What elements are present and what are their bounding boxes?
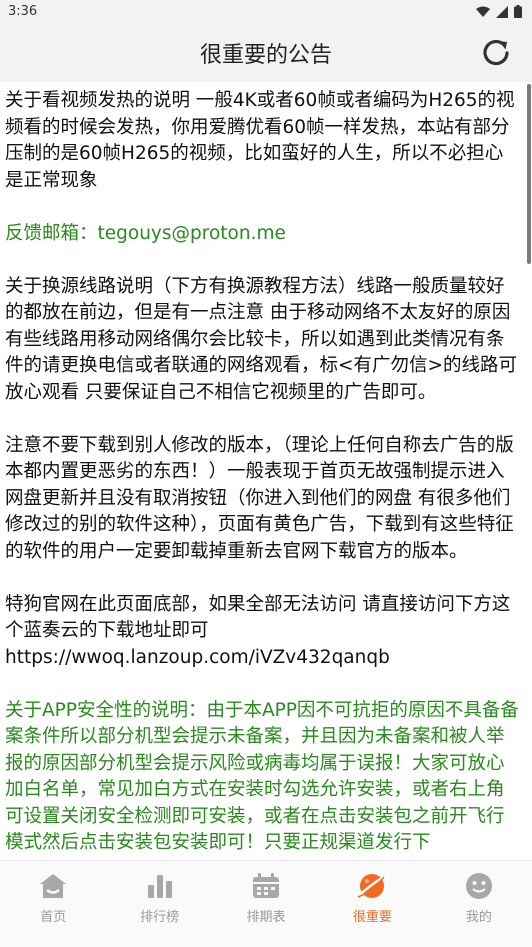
tab-ranking[interactable]: 排行榜 <box>106 861 212 947</box>
scrollbar[interactable] <box>527 84 531 264</box>
feedback-email: 反馈邮箱：tegouys@proton.me <box>5 222 286 244</box>
announcement-paragraph: 关于看视频发热的说明 一般4K或者60帧或者编码为H265的视频看的时候会发热，… <box>5 90 515 191</box>
announcement-paragraph: 注意不要下载到别人修改的版本，（理论上任何自称去广告的版本都内置更恶劣的东西！）… <box>5 434 514 562</box>
signal-icon <box>496 5 508 18</box>
tab-label: 很重要 <box>352 910 392 925</box>
tab-home[interactable]: 首页 <box>0 861 106 947</box>
tab-label: 我的 <box>465 910 492 925</box>
page-title: 很重要的公告 <box>199 43 332 68</box>
tab-label: 排行榜 <box>140 910 180 925</box>
home-icon <box>38 871 68 901</box>
status-icons <box>476 5 522 18</box>
smiley-icon <box>464 871 494 901</box>
bottom-tab-bar: 首页 排行榜 排期表 很重要 我的 <box>0 860 532 947</box>
battery-icon <box>514 5 522 18</box>
tab-schedule[interactable]: 排期表 <box>213 861 319 947</box>
status-bar: 3:36 <box>0 0 532 24</box>
announcement-paragraph: 关于APP安全性的说明：由于本APP因不可抗拒的原因不具备备案条件所以部分机型会… <box>5 699 519 854</box>
tab-important[interactable]: 很重要 <box>319 861 425 947</box>
calendar-icon <box>251 871 281 901</box>
tab-mine[interactable]: 我的 <box>426 861 532 947</box>
refresh-icon <box>483 39 509 66</box>
refresh-button[interactable] <box>476 33 516 73</box>
planet-icon <box>357 871 387 901</box>
status-time: 3:36 <box>8 4 38 19</box>
bar-chart-icon <box>145 871 175 901</box>
tab-label: 排期表 <box>246 910 286 925</box>
app-bar: 很重要的公告 <box>0 24 532 82</box>
wifi-icon <box>476 6 490 17</box>
tab-label: 首页 <box>40 910 67 925</box>
announcement-paragraph: 特狗官网在此页面底部，如果全部无法访问 请直接访问下方这个蓝奏云的下载地址即可 … <box>5 593 511 668</box>
announcement-content[interactable]: 关于看视频发热的说明 一般4K或者60帧或者编码为H265的视频看的时候会发热，… <box>0 82 526 860</box>
announcement-paragraph: 关于换源线路说明（下方有换源教程方法）线路一般质量较好的都放在前边，但是有一点注… <box>5 275 518 403</box>
